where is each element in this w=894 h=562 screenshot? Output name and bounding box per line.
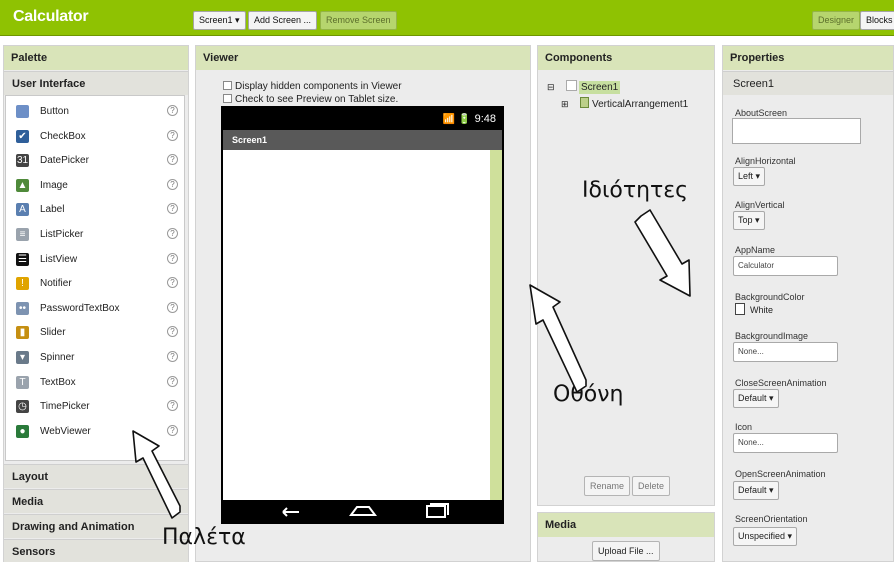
- arrow-to-properties: [634, 209, 691, 297]
- arrow-to-palette: [132, 430, 181, 519]
- annotation-arrows: [132, 209, 691, 519]
- arrow-to-screen: [529, 284, 587, 393]
